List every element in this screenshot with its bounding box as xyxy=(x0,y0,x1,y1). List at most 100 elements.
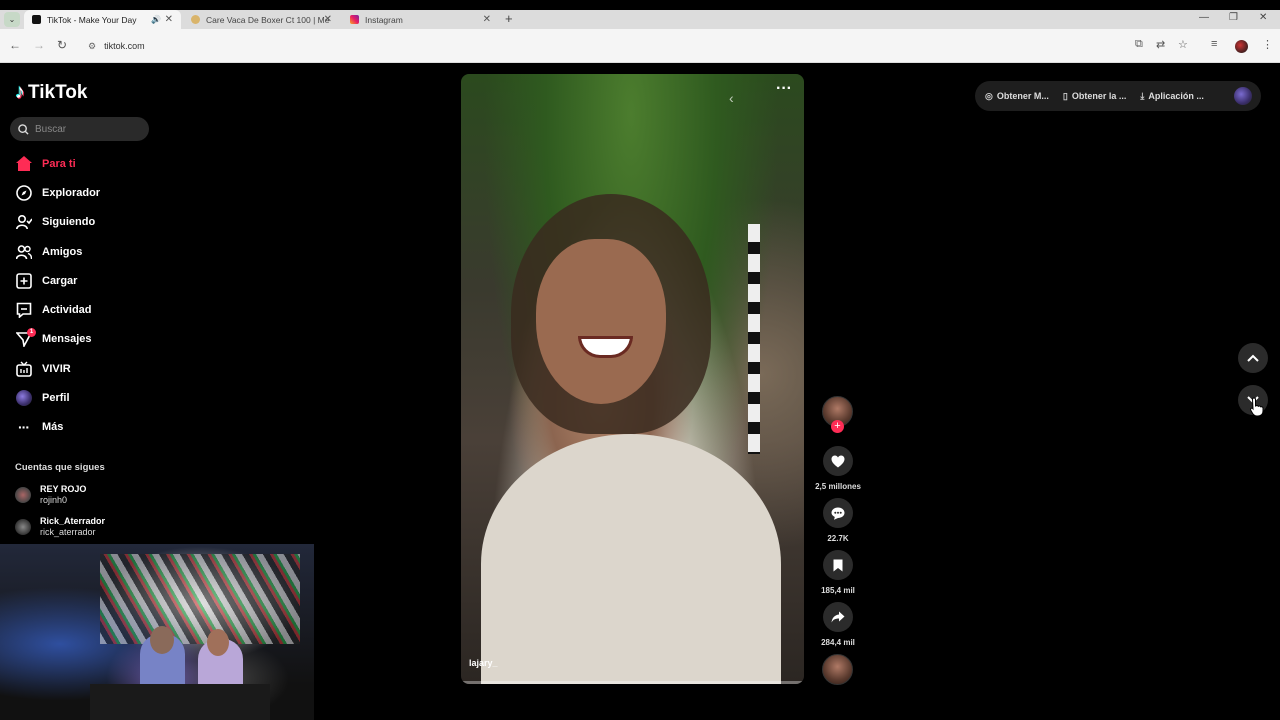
share-icon xyxy=(831,611,845,623)
video-player[interactable]: ‹ ··· lajary_ xyxy=(461,74,804,684)
sidebar-item-label: Explorador xyxy=(42,186,101,199)
search-input[interactable] xyxy=(35,123,135,135)
following-icon xyxy=(15,214,32,231)
window-top-border xyxy=(0,0,1280,10)
home-icon xyxy=(15,155,32,172)
wall-art xyxy=(100,554,300,644)
media-control-icon[interactable]: ≡ xyxy=(1211,38,1217,50)
forward-icon[interactable]: → xyxy=(33,38,45,52)
sidebar-item-actividad[interactable]: Actividad xyxy=(15,295,155,324)
search-box[interactable] xyxy=(10,117,149,141)
sidebar-item-vivir[interactable]: VIVIR xyxy=(15,354,155,383)
back-icon[interactable]: ← xyxy=(9,38,21,52)
webcam-overlay xyxy=(0,544,314,720)
close-tab-icon[interactable]: ✕ xyxy=(324,14,332,25)
sound-avatar[interactable] xyxy=(822,654,853,685)
install-app-icon[interactable]: ⧉ xyxy=(1135,38,1143,51)
save-count: 185,4 mil xyxy=(821,586,855,595)
heart-icon xyxy=(831,455,845,467)
tiktok-page: ♪ TikTok Para ti Explorador Siguiendo xyxy=(0,64,1280,720)
translate-icon[interactable]: ⇄ xyxy=(1156,38,1165,51)
reload-icon[interactable]: ↻ xyxy=(57,38,67,52)
sidebar-item-explorador[interactable]: Explorador xyxy=(15,178,155,207)
logo-text: TikTok xyxy=(28,81,88,103)
account-handle: rick_aterrador xyxy=(40,527,96,537)
sidebar-item-mas[interactable]: ··· Más xyxy=(15,413,155,442)
sidebar-item-label: Cargar xyxy=(42,274,78,287)
download-icon: ⤓ xyxy=(1140,90,1145,101)
video-more-icon[interactable]: ··· xyxy=(776,80,792,98)
instagram-favicon xyxy=(350,15,359,24)
sidebar-item-perfil[interactable]: Perfil xyxy=(15,383,155,412)
url-field[interactable]: ⚙ tiktok.com xyxy=(80,35,1125,57)
new-tab-button[interactable]: + xyxy=(505,11,513,26)
comment-count: 22.7K xyxy=(827,534,849,543)
close-window-button[interactable]: ✕ xyxy=(1259,12,1267,23)
search-icon xyxy=(18,123,29,135)
audio-icon[interactable]: 🔊 xyxy=(151,15,161,24)
like-count: 2,5 millones xyxy=(815,482,861,491)
like-button[interactable] xyxy=(823,446,853,476)
coin-icon: ◎ xyxy=(985,90,993,101)
button-label: Obtener la ... xyxy=(1071,91,1127,101)
restore-button[interactable]: ❐ xyxy=(1229,12,1238,23)
account-name: Rick_Aterrador xyxy=(40,516,106,526)
desk xyxy=(90,684,270,720)
get-coins-button[interactable]: ◎ Obtener M... xyxy=(985,91,1049,102)
person-head xyxy=(207,629,229,656)
site-favicon xyxy=(191,15,200,24)
sidebar-item-mensajes[interactable]: 1 Mensajes xyxy=(15,325,155,354)
tiktok-logo[interactable]: ♪ TikTok xyxy=(15,81,87,104)
sidebar-item-label: VIVIR xyxy=(42,362,71,375)
upload-icon xyxy=(15,272,32,289)
save-button[interactable] xyxy=(823,550,853,580)
get-app-button[interactable]: ▯ Obtener la ... xyxy=(1063,91,1126,102)
minimize-button[interactable]: — xyxy=(1199,12,1209,23)
button-label: Aplicación ... xyxy=(1148,91,1204,101)
share-button[interactable] xyxy=(823,602,853,632)
comment-button[interactable] xyxy=(823,498,853,528)
bookmark-icon xyxy=(833,559,843,571)
site-info-icon[interactable]: ⚙ xyxy=(88,41,96,52)
close-tab-icon[interactable]: ✕ xyxy=(165,14,173,25)
download-app-button[interactable]: ⤓ Aplicación ... xyxy=(1140,91,1204,102)
chevron-up-icon xyxy=(1247,354,1259,362)
tab-instagram[interactable]: Instagram ✕ xyxy=(342,10,499,29)
url-text: tiktok.com xyxy=(104,41,145,51)
sidebar-item-amigos[interactable]: Amigos xyxy=(15,237,155,266)
video-progress-bar[interactable] xyxy=(461,681,804,684)
previous-video-button[interactable] xyxy=(1238,343,1268,373)
follow-plus-button[interactable]: + xyxy=(831,420,844,433)
tab-care-vaca[interactable]: Care Vaca De Boxer Ct 100 | Me ✕ xyxy=(183,10,340,29)
person-head xyxy=(150,626,174,654)
close-tab-icon[interactable]: ✕ xyxy=(483,14,491,25)
sidebar-item-label: Amigos xyxy=(42,245,83,258)
tab-title: Instagram xyxy=(365,14,403,25)
live-icon xyxy=(15,360,32,377)
tab-search-button[interactable]: ⌄ xyxy=(4,12,20,27)
message-count-badge: 1 xyxy=(27,327,36,337)
sidebar-item-para-ti[interactable]: Para ti xyxy=(15,149,155,178)
account-handle: rojinh0 xyxy=(40,495,68,505)
phone-icon: ▯ xyxy=(1062,90,1068,101)
tab-strip: ⌄ TikTok - Make Your Day 🔊 ✕ Care Vaca D… xyxy=(0,10,1280,29)
avatar xyxy=(15,487,31,503)
following-account[interactable]: Rick_Aterrador rick_aterrador xyxy=(15,516,105,538)
sidebar-item-siguiendo[interactable]: Siguiendo xyxy=(15,208,155,237)
tab-tiktok[interactable]: TikTok - Make Your Day 🔊 ✕ xyxy=(24,10,181,29)
bookmark-star-icon[interactable]: ☆ xyxy=(1178,38,1188,51)
profile-icon[interactable] xyxy=(1235,40,1248,53)
tab-title: Care Vaca De Boxer Ct 100 | Me xyxy=(206,14,330,25)
button-label: Obtener M... xyxy=(996,91,1049,101)
video-author[interactable]: lajary_ xyxy=(469,658,498,668)
menu-icon[interactable]: ⋮ xyxy=(1262,38,1273,51)
following-account[interactable]: REY ROJO rojinh0 xyxy=(15,484,86,506)
sidebar-item-label: Más xyxy=(42,421,64,434)
activity-icon xyxy=(15,302,32,319)
sidebar-item-cargar[interactable]: Cargar xyxy=(15,266,155,295)
sidebar-item-label: Siguiendo xyxy=(42,216,96,229)
mouse-cursor-icon xyxy=(1250,397,1264,417)
more-icon: ··· xyxy=(18,419,30,436)
user-avatar[interactable] xyxy=(1234,87,1252,105)
tiktok-note-icon: ♪ xyxy=(15,81,25,103)
